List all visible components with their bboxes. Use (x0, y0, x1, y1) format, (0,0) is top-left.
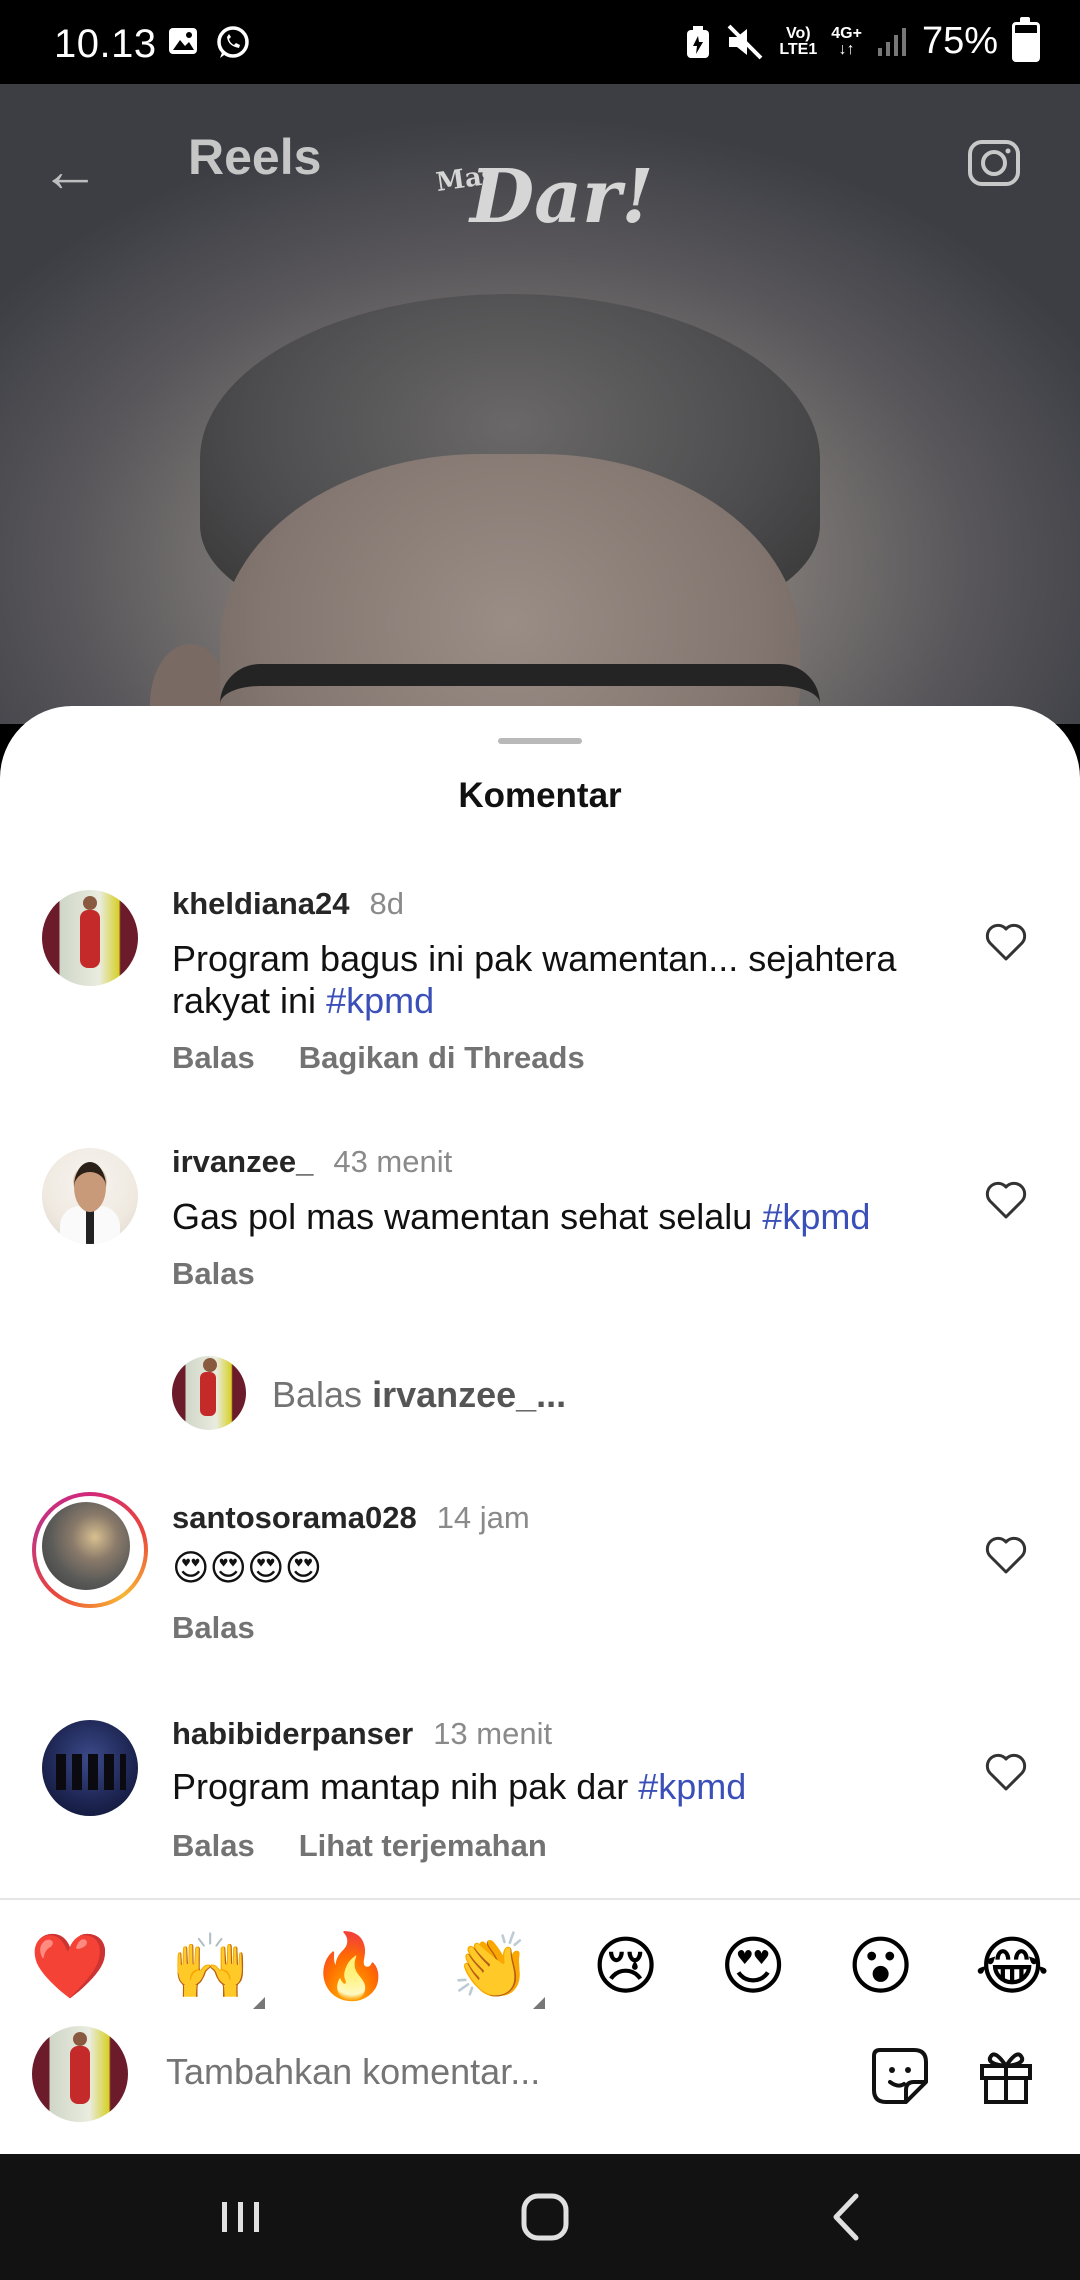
reply-button[interactable]: Balas (172, 1610, 255, 1646)
like-heart-icon[interactable] (984, 1180, 1028, 1220)
reply-button[interactable]: Balas (172, 1256, 255, 1292)
reply-button[interactable]: Balas (172, 1040, 255, 1076)
status-time: 10.13 (54, 22, 157, 66)
avatar[interactable] (42, 890, 138, 986)
skin-tone-indicator (252, 1997, 265, 2009)
back-icon[interactable] (812, 2184, 882, 2250)
battery-fill (1015, 33, 1037, 59)
reply-prompt[interactable]: Balas irvanzee_... (172, 1356, 872, 1432)
comment-text: 😍😍😍😍 (172, 1548, 323, 1589)
network-type-indicator: 4G+ ↓↑ (831, 24, 862, 58)
comment-actions: Balas (172, 1610, 255, 1646)
share-threads-button[interactable]: Bagikan di Threads (299, 1040, 585, 1076)
battery-percent: 75% (921, 20, 998, 62)
gift-icon[interactable] (974, 2044, 1038, 2108)
system-indicators: Vo) LTE1 4G+ ↓↑ 75% (685, 16, 1040, 63)
signal-icon (877, 27, 906, 56)
avatar[interactable] (42, 1148, 138, 1244)
avatar (32, 2026, 128, 2122)
comment-input[interactable] (164, 2050, 788, 2094)
whatsapp-icon (217, 26, 249, 58)
status-bar: 10.13 Vo) LTE1 4G+ ↓↑ 75% (0, 0, 1080, 84)
comment-username[interactable]: santosorama028 14 jam (172, 1500, 530, 1536)
reply-prompt-text[interactable]: Balas irvanzee_... (272, 1374, 566, 1416)
mute-icon (727, 24, 763, 59)
like-heart-icon[interactable] (984, 922, 1028, 962)
reply-button[interactable]: Balas (172, 1828, 255, 1864)
notification-icons (166, 24, 252, 62)
hashtag-link[interactable]: #kpmd (762, 1196, 870, 1237)
comment-time: 8d (369, 886, 404, 921)
emoji-surprised[interactable]: 😮 (847, 1935, 914, 1999)
back-arrow-icon[interactable]: ← (40, 136, 100, 205)
avatar (172, 1356, 246, 1430)
emoji-heart-eyes[interactable]: 😍 (720, 1935, 787, 1999)
comment-actions: Balas Lihat terjemahan (172, 1828, 547, 1864)
sheet-drag-handle[interactable] (498, 738, 582, 744)
comment-time: 13 menit (433, 1716, 553, 1751)
recent-apps-icon[interactable] (206, 2184, 276, 2250)
hashtag-link[interactable]: #kpmd (638, 1766, 746, 1807)
reels-title: Reels (188, 129, 322, 185)
comment-text: Program bagus ini pak wamentan... sejaht… (172, 938, 897, 1021)
battery-saver-icon (687, 25, 710, 58)
volte-indicator: Vo) LTE1 (779, 24, 818, 58)
emoji-reaction-bar: ❤️ 🙌 🔥 👏 😢 😍 😮 😂 (0, 1922, 1080, 2012)
system-nav-bar (0, 2154, 1080, 2280)
comment-actions: Balas (172, 1256, 255, 1292)
sheet-title: Komentar (458, 776, 622, 815)
hashtag-link[interactable]: #kpmd (326, 980, 434, 1021)
emoji-fire[interactable]: 🔥 (311, 1935, 391, 1999)
comment-time: 43 menit (333, 1144, 453, 1179)
like-heart-icon[interactable] (984, 1752, 1028, 1792)
comment-text: Program mantap nih pak dar #kpmd (172, 1766, 747, 1807)
camera-icon[interactable] (966, 134, 1022, 190)
emoji-clapping[interactable]: 👏 (452, 1935, 546, 2009)
skin-tone-indicator (533, 1997, 546, 2009)
watermark-text: Dar! (470, 154, 654, 240)
divider (0, 1898, 1080, 1900)
battery-icon (1012, 16, 1040, 62)
comment-username[interactable]: habibiderpanser 13 menit (172, 1716, 552, 1752)
see-translation-button[interactable]: Lihat terjemahan (299, 1828, 547, 1864)
comment-username[interactable]: irvanzee_ 43 menit (172, 1144, 452, 1180)
emoji-raising-hands[interactable]: 🙌 (171, 1935, 265, 2009)
home-icon[interactable] (510, 2184, 580, 2250)
comment-text: Gas pol mas wamentan sehat selalu #kpmd (172, 1196, 871, 1237)
emoji-heart[interactable]: ❤️ (30, 1935, 110, 1999)
reel-video[interactable]: ← Reels Mas Dar! (0, 84, 1080, 724)
story-ring[interactable] (32, 1492, 148, 1608)
sticker-icon[interactable] (868, 2044, 932, 2108)
comment-time: 14 jam (436, 1500, 530, 1535)
comment-actions: Balas Bagikan di Threads (172, 1040, 585, 1076)
emoji-crying[interactable]: 😢 (592, 1935, 659, 1999)
avatar[interactable] (42, 1502, 130, 1590)
like-heart-icon[interactable] (984, 1535, 1028, 1575)
emoji-laughing[interactable]: 😂 (975, 1935, 1050, 1999)
avatar[interactable] (42, 1720, 138, 1816)
gallery-icon (169, 28, 197, 54)
comment-username[interactable]: kheldiana24 8d (172, 886, 404, 922)
comment-input-row (0, 2026, 1080, 2144)
